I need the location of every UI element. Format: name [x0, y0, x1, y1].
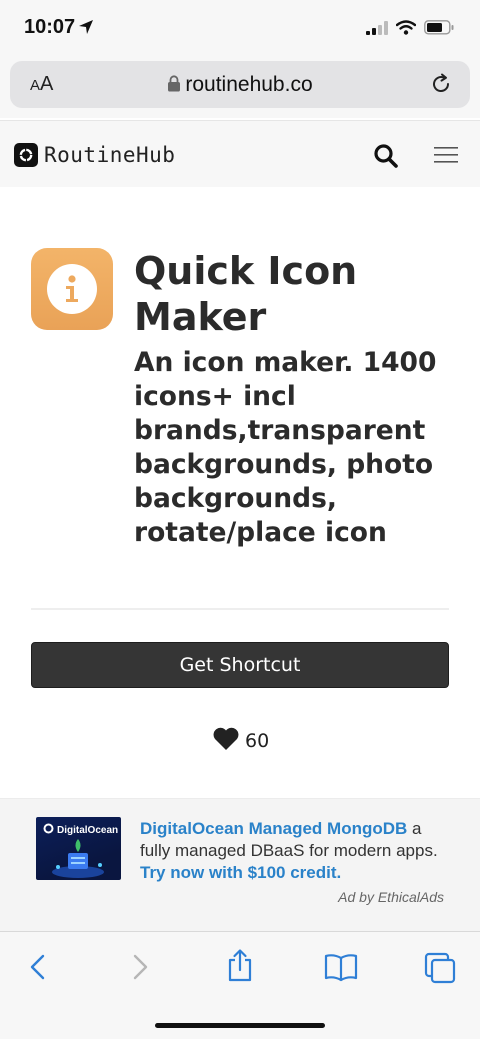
ad-banner[interactable]: DigitalOcean DigitalOcean Managed MongoD…	[0, 798, 480, 931]
bookmarks-icon[interactable]	[324, 952, 358, 986]
battery-icon	[424, 20, 454, 39]
brand-name: RoutineHub	[44, 143, 176, 167]
status-indicators	[366, 20, 454, 39]
status-time: 10:07	[24, 16, 76, 38]
shortcut-title: Quick Icon Maker	[134, 249, 358, 339]
heart-icon[interactable]	[212, 727, 240, 755]
menu-icon[interactable]	[434, 146, 458, 168]
wifi-icon	[395, 20, 417, 39]
address-bar[interactable]: AA routinehub.co	[10, 61, 470, 108]
tabs-icon[interactable]	[424, 952, 456, 988]
info-icon	[47, 264, 97, 314]
divider	[31, 608, 449, 610]
brand-link[interactable]: RoutineHub	[14, 143, 175, 167]
shortcut-icon	[31, 248, 113, 330]
url-text: routinehub.co	[185, 73, 313, 96]
ad-image[interactable]: DigitalOcean	[36, 817, 121, 880]
reload-icon[interactable]	[430, 73, 452, 99]
lock-icon	[167, 74, 181, 96]
ad-headline-link[interactable]: DigitalOcean Managed MongoDB	[140, 819, 407, 838]
url-display[interactable]: routinehub.co	[10, 73, 470, 97]
share-icon[interactable]	[226, 948, 254, 986]
server-illustration	[52, 839, 104, 878]
home-indicator	[155, 1023, 325, 1028]
ad-attribution[interactable]: Ad by EthicalAds	[338, 889, 444, 905]
ad-cta-link[interactable]: Try now with $100 credit.	[140, 863, 341, 882]
status-bar: 10:07	[0, 0, 480, 58]
get-shortcut-button[interactable]: Get Shortcut	[31, 642, 449, 688]
likes[interactable]: 60	[212, 727, 269, 755]
location-arrow-icon	[78, 19, 94, 39]
ad-text: DigitalOcean Managed MongoDB a fully man…	[140, 818, 450, 884]
routinehub-logo-icon	[14, 143, 38, 167]
search-icon[interactable]	[373, 143, 399, 173]
shortcut-description: An icon maker. 1400 icons+ incl brands,t…	[134, 347, 437, 548]
site-header: RoutineHub	[0, 120, 480, 187]
back-icon[interactable]	[26, 952, 50, 986]
cellular-signal-icon	[366, 20, 388, 39]
forward-icon[interactable]	[128, 952, 152, 986]
likes-count: 60	[245, 730, 270, 752]
